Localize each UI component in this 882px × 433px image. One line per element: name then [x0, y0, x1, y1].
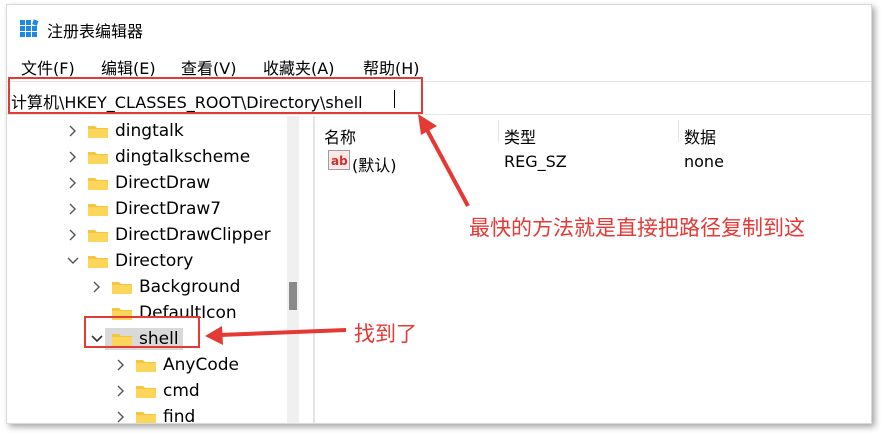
chevron-right-icon[interactable]	[113, 409, 129, 423]
column-header-type[interactable]: 类型	[504, 124, 536, 148]
folder-open-icon	[87, 253, 109, 269]
tree-item-background[interactable]: Background	[89, 274, 240, 300]
column-separator[interactable]	[498, 120, 499, 142]
tree-item-label: DirectDraw	[115, 173, 211, 193]
tree-item-defaulticon[interactable]: DefaultIcon	[89, 300, 237, 326]
menu-edit[interactable]: 编辑(E)	[101, 55, 156, 79]
menu-view[interactable]: 查看(V)	[181, 55, 236, 79]
tree-item-label: Background	[139, 277, 241, 297]
folder-icon	[87, 201, 109, 217]
folder-open-icon	[111, 331, 133, 347]
value-list[interactable]: 名称 类型 数据 ab (默认) REG_SZ none	[316, 116, 871, 423]
tree-item-directdraw7[interactable]: DirectDraw7	[65, 196, 221, 222]
title-bar: 注册表编辑器	[7, 5, 871, 51]
column-separator[interactable]	[678, 120, 679, 142]
tree-item-label: DefaultIcon	[139, 303, 237, 323]
no-chevron-spacer	[89, 305, 105, 321]
tree-scrollbar[interactable]	[287, 116, 299, 423]
tree-item-dingtalk[interactable]: dingtalk	[65, 118, 184, 144]
address-path[interactable]: 计算机\HKEY_CLASSES_ROOT\Directory\shell	[11, 89, 363, 113]
tree-item-label: DirectDraw7	[115, 199, 222, 219]
window-title: 注册表编辑器	[47, 22, 144, 41]
tree-item-find[interactable]: find	[113, 404, 196, 424]
menu-file[interactable]: 文件(F)	[21, 55, 75, 79]
tree-item-shell[interactable]: shell	[89, 326, 183, 352]
folder-icon	[135, 409, 157, 423]
tree-scrollbar-thumb[interactable]	[289, 282, 297, 310]
chevron-right-icon[interactable]	[65, 227, 81, 243]
registry-editor-window: 注册表编辑器 文件(F) 编辑(E) 查看(V) 收藏夹(A) 帮助(H) 计算…	[6, 4, 872, 424]
tree-item-label: dingtalkscheme	[115, 147, 251, 167]
tree-item-anycode[interactable]: AnyCode	[113, 352, 239, 378]
value-type-cell: REG_SZ	[504, 152, 567, 171]
chevron-right-icon[interactable]	[65, 175, 81, 191]
tree-item-dingtalkscheme[interactable]: dingtalkscheme	[65, 144, 250, 170]
folder-icon	[111, 305, 133, 321]
chevron-right-icon[interactable]	[65, 149, 81, 165]
tree-item-directdrawclipper[interactable]: DirectDrawClipper	[65, 222, 271, 248]
reg-string-icon: ab	[328, 150, 350, 170]
svg-text:ab: ab	[331, 154, 348, 168]
chevron-right-icon[interactable]	[113, 383, 129, 399]
tree-item-label: dingtalk	[115, 121, 184, 141]
chevron-down-icon[interactable]	[65, 253, 81, 269]
value-name-cell[interactable]: (默认)	[352, 152, 397, 176]
column-header-data[interactable]: 数据	[684, 124, 716, 148]
column-header-name[interactable]: 名称	[324, 124, 356, 148]
chevron-right-icon[interactable]	[89, 279, 105, 295]
tree-item-label: DirectDrawClipper	[115, 225, 271, 245]
folder-icon	[87, 227, 109, 243]
menu-bar: 文件(F) 编辑(E) 查看(V) 收藏夹(A) 帮助(H)	[7, 51, 871, 79]
tree-item-label: cmd	[163, 381, 200, 401]
tree-item-cmd[interactable]: cmd	[113, 378, 200, 404]
value-data-cell: none	[684, 152, 724, 171]
folder-icon	[87, 149, 109, 165]
selected-highlight: shell	[105, 328, 183, 350]
folder-icon	[87, 123, 109, 139]
folder-icon	[135, 383, 157, 399]
folder-icon	[135, 357, 157, 373]
menu-help[interactable]: 帮助(H)	[363, 55, 420, 79]
tree-item-label: AnyCode	[163, 355, 239, 375]
text-caret	[394, 90, 395, 108]
folder-icon	[111, 279, 133, 295]
chevron-right-icon[interactable]	[113, 357, 129, 373]
regedit-icon	[19, 19, 39, 39]
menu-favorites[interactable]: 收藏夹(A)	[263, 55, 334, 79]
tree-item-label: Directory	[115, 251, 194, 271]
chevron-right-icon[interactable]	[65, 201, 81, 217]
address-bar[interactable]: 计算机\HKEY_CLASSES_ROOT\Directory\shell	[7, 81, 871, 115]
tree-item-label: shell	[139, 329, 179, 349]
tree-item-label: find	[163, 407, 196, 424]
chevron-right-icon[interactable]	[65, 123, 81, 139]
tree-item-directdraw[interactable]: DirectDraw	[65, 170, 210, 196]
tree-item-directory[interactable]: Directory	[65, 248, 193, 274]
key-tree[interactable]: dingtalk dingtalkscheme DirectDraw Direc…	[7, 116, 305, 424]
pane-splitter[interactable]	[313, 116, 315, 423]
chevron-down-icon[interactable]	[89, 331, 105, 347]
folder-icon	[87, 175, 109, 191]
